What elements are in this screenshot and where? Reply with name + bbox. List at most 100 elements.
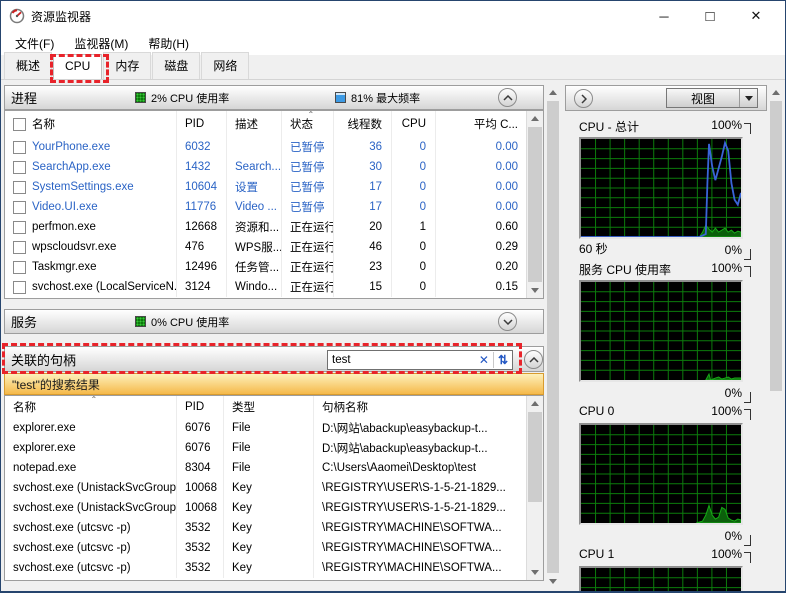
handles-collapse-button[interactable]	[524, 350, 543, 369]
maximize-button[interactable]: □	[687, 1, 733, 31]
process-row[interactable]: perfmon.exe 12668 资源和... 正在运行 20 1 0.60	[5, 217, 543, 237]
column-header[interactable]: 名称 ⌃	[5, 396, 177, 418]
process-row[interactable]: wpscloudsvr.exe 476 WPS服... 正在运行 46 0 0.29	[5, 237, 543, 257]
close-button[interactable]: ✕	[733, 1, 779, 31]
graphs-scrollbar[interactable]	[769, 85, 783, 589]
tab-1[interactable]: CPU	[53, 54, 103, 79]
column-header[interactable]: 句柄名称	[314, 396, 528, 418]
search-input[interactable]: test	[328, 354, 475, 366]
handle-type: File	[224, 458, 314, 478]
process-row[interactable]: SearchApp.exe 1432 Search... 已暂停 30 0 0.00	[5, 157, 543, 177]
clear-search-icon[interactable]: ✕	[475, 353, 493, 367]
column-header[interactable]: PID	[177, 396, 224, 418]
handle-row[interactable]: notepad.exe 8304 File C:\Users\Aaomei\Deskt…	[5, 458, 543, 478]
view-dropdown[interactable]	[739, 89, 757, 107]
processes-collapse-button[interactable]	[498, 88, 517, 107]
process-pid: 12496	[177, 257, 227, 277]
panel-collapse-button[interactable]	[574, 89, 593, 108]
process-row[interactable]: Taskmgr.exe 12496 任务管... 正在运行 23 0 0.20	[5, 257, 543, 277]
process-cpu: 0	[392, 157, 436, 177]
scroll-up-icon[interactable]	[531, 401, 539, 406]
handle-process-name: explorer.exe	[5, 438, 177, 458]
process-name: Taskmgr.exe	[32, 261, 97, 273]
minimize-button[interactable]: ─	[641, 1, 687, 31]
column-header[interactable]: 线程数	[334, 111, 392, 137]
process-status: 正在运行	[282, 217, 334, 237]
process-pid: 476	[177, 237, 227, 257]
scroll-up-icon[interactable]	[531, 116, 539, 121]
processes-section-header[interactable]: 进程 2% CPU 使用率 81% 最大频率	[4, 85, 544, 110]
select-all-checkbox[interactable]	[13, 117, 26, 131]
view-button[interactable]: 视图	[666, 88, 758, 108]
main-scrollbar[interactable]	[546, 85, 560, 589]
graph-min-group: 0%	[725, 243, 753, 260]
scrollbar-thumb[interactable]	[528, 127, 542, 282]
handles-section-header[interactable]: 关联的句柄 test ✕ ⇅	[4, 346, 544, 372]
row-checkbox[interactable]	[13, 240, 26, 254]
row-checkbox[interactable]	[13, 200, 26, 214]
column-header[interactable]: 状态 ⌃	[282, 111, 334, 137]
column-header[interactable]: 类型	[224, 396, 314, 418]
process-pid: 6032	[177, 137, 227, 157]
services-section-header[interactable]: 服务 0% CPU 使用率	[4, 309, 544, 334]
scrollbar-thumb[interactable]	[770, 101, 782, 391]
column-header-label: PID	[185, 401, 205, 413]
handles-table-header: 名称 ⌃ PID 类型 句柄名称	[5, 396, 543, 418]
handle-row[interactable]: svchost.exe (utcsvc -p) 3532 Key \REGISTRY\…	[5, 518, 543, 538]
process-row[interactable]: svchost.exe (LocalServiceN... 3124 Windo..…	[5, 277, 543, 297]
handle-row[interactable]: svchost.exe (UnistackSvcGroup) 10068 Key \R…	[5, 498, 543, 518]
process-description: Video ...	[227, 197, 282, 217]
handle-name: \REGISTRY\USER\S-1-5-21-1829...	[314, 478, 528, 498]
services-expand-button[interactable]	[498, 312, 517, 331]
handles-search-box[interactable]: test ✕ ⇅	[327, 350, 513, 370]
services-cpu-swatch-icon	[135, 316, 146, 327]
services-cpu-usage: 0% CPU 使用率	[151, 316, 230, 329]
process-status: 已暂停	[282, 137, 334, 157]
process-description: 设置	[227, 177, 282, 197]
tab-4[interactable]: 网络	[201, 52, 250, 79]
processes-title: 进程	[11, 91, 38, 106]
process-threads: 30	[334, 157, 392, 177]
handle-row[interactable]: svchost.exe (UnistackSvcGroup) 10068 Key \R…	[5, 478, 543, 498]
graph-bottom-row: 0%	[579, 384, 753, 403]
row-checkbox[interactable]	[13, 220, 26, 234]
column-header[interactable]: 平均 C...	[436, 111, 528, 137]
tab-3[interactable]: 磁盘	[152, 52, 201, 79]
scrollbar-thumb[interactable]	[547, 101, 559, 573]
processes-table-scrollbar[interactable]	[526, 111, 543, 298]
process-row[interactable]: Video.UI.exe 11776 Video ... 已暂停 17 0 0.00	[5, 197, 543, 217]
search-go-icon[interactable]: ⇅	[494, 353, 512, 367]
row-checkbox[interactable]	[13, 140, 26, 154]
process-row[interactable]: SystemSettings.exe 10604 设置 已暂停 17 0 0.00	[5, 177, 543, 197]
scrollbar-thumb[interactable]	[528, 412, 542, 502]
scroll-down-icon[interactable]	[531, 288, 539, 293]
tab-2[interactable]: 内存	[103, 52, 152, 79]
handle-row[interactable]: explorer.exe 6076 File D:\网站\abackup\easyba…	[5, 438, 543, 458]
process-status: 已暂停	[282, 177, 334, 197]
sort-ascending-icon: ⌃	[90, 396, 98, 404]
row-checkbox[interactable]	[13, 260, 26, 274]
column-header[interactable]: CPU	[392, 111, 436, 137]
scroll-up-icon[interactable]	[549, 90, 557, 95]
column-header[interactable]: 名称	[5, 111, 177, 137]
handle-row[interactable]: explorer.exe 6076 File D:\网站\abackup\easyba…	[5, 418, 543, 438]
scroll-down-icon[interactable]	[549, 579, 557, 584]
column-header-label: PID	[185, 118, 205, 130]
scroll-down-icon[interactable]	[531, 570, 539, 575]
process-threads: 46	[334, 237, 392, 257]
column-header[interactable]: 描述	[227, 111, 282, 137]
handle-row[interactable]: svchost.exe (utcsvc -p) 3532 Key \REGISTRY\…	[5, 558, 543, 578]
handle-row[interactable]: svchost.exe (utcsvc -p) 3532 Key \REGISTRY\…	[5, 538, 543, 558]
row-checkbox[interactable]	[13, 180, 26, 194]
process-avg-cpu: 0.00	[436, 197, 528, 217]
tab-0[interactable]: 概述	[4, 52, 53, 79]
scroll-up-icon[interactable]	[772, 90, 780, 95]
process-row[interactable]: YourPhone.exe 6032 已暂停 36 0 0.00	[5, 137, 543, 157]
scale-bracket-top	[744, 552, 751, 563]
dropdown-arrow-icon	[744, 95, 753, 101]
process-description: 任务管...	[227, 257, 282, 277]
row-checkbox[interactable]	[13, 160, 26, 174]
row-checkbox[interactable]	[13, 280, 26, 294]
column-header[interactable]: PID	[177, 111, 227, 137]
handles-table-scrollbar[interactable]	[526, 396, 543, 580]
